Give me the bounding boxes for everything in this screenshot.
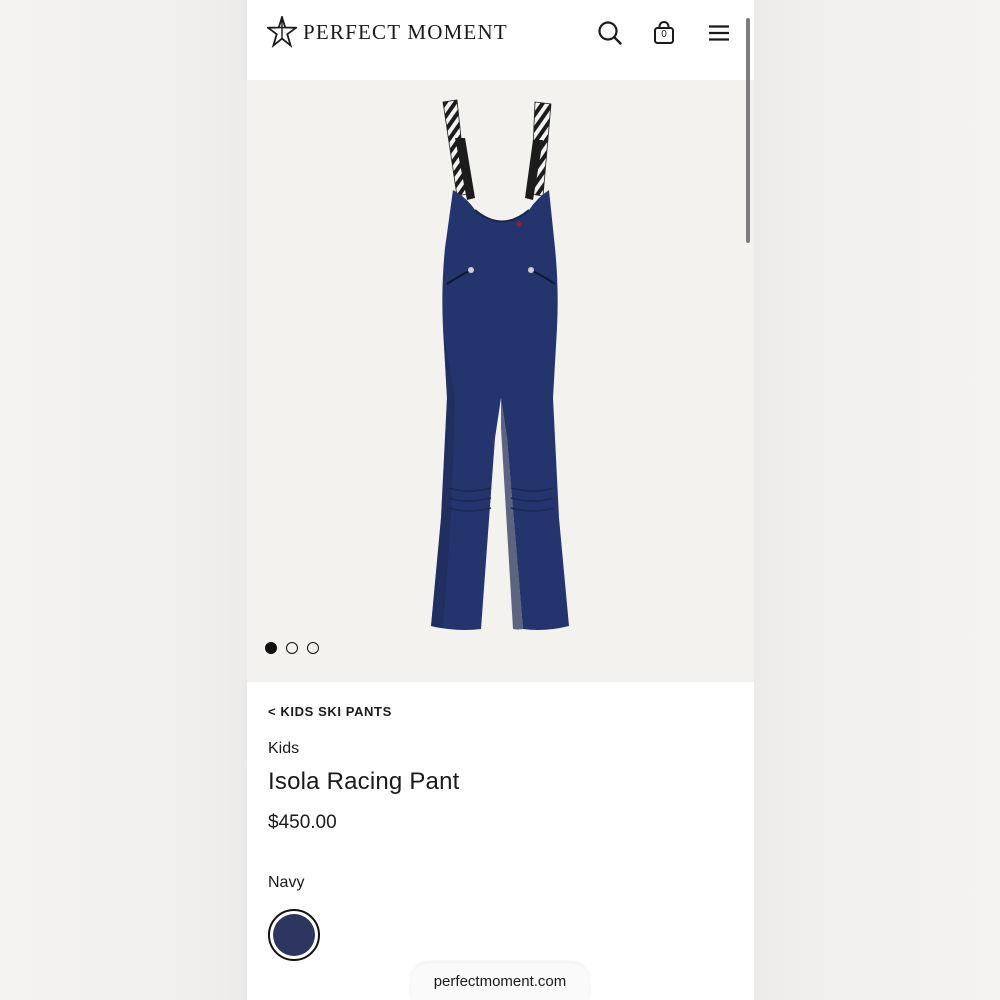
product-image-gallery[interactable] [247, 80, 754, 682]
brand-logo[interactable]: PERFECT MOMENT [267, 16, 508, 48]
product-title: Isola Racing Pant [268, 768, 460, 795]
breadcrumb-back-link[interactable]: < KIDS SKI PANTS [268, 704, 392, 719]
backdrop-left [0, 0, 247, 1000]
gallery-dot-3[interactable] [307, 642, 319, 654]
mobile-page: PERFECT MOMENT 0 < KIDS SKI PANTS Kids I… [247, 0, 754, 1000]
search-button[interactable] [597, 20, 623, 46]
cart-count: 0 [661, 29, 667, 40]
star-logo-icon [267, 16, 297, 48]
product-price: $450.00 [268, 812, 337, 833]
gallery-pagination [265, 642, 319, 654]
selected-color-label: Navy [268, 874, 305, 891]
color-swatch-navy[interactable] [268, 909, 320, 961]
color-swatch-fill [273, 914, 315, 956]
product-category: Kids [268, 740, 300, 757]
menu-button[interactable] [706, 20, 732, 46]
brand-name: PERFECT MOMENT [303, 19, 508, 44]
hamburger-menu-icon [709, 25, 729, 41]
gallery-dot-1[interactable] [265, 642, 277, 654]
gallery-dot-2[interactable] [286, 642, 298, 654]
search-icon [598, 21, 622, 45]
scrollbar[interactable] [746, 18, 750, 243]
backdrop-right [754, 0, 1000, 1000]
browser-url-bar[interactable]: perfectmoment.com [411, 963, 589, 1000]
product-image [431, 99, 569, 630]
site-header: PERFECT MOMENT 0 [247, 0, 754, 80]
cart-button[interactable]: 0 [651, 20, 677, 46]
